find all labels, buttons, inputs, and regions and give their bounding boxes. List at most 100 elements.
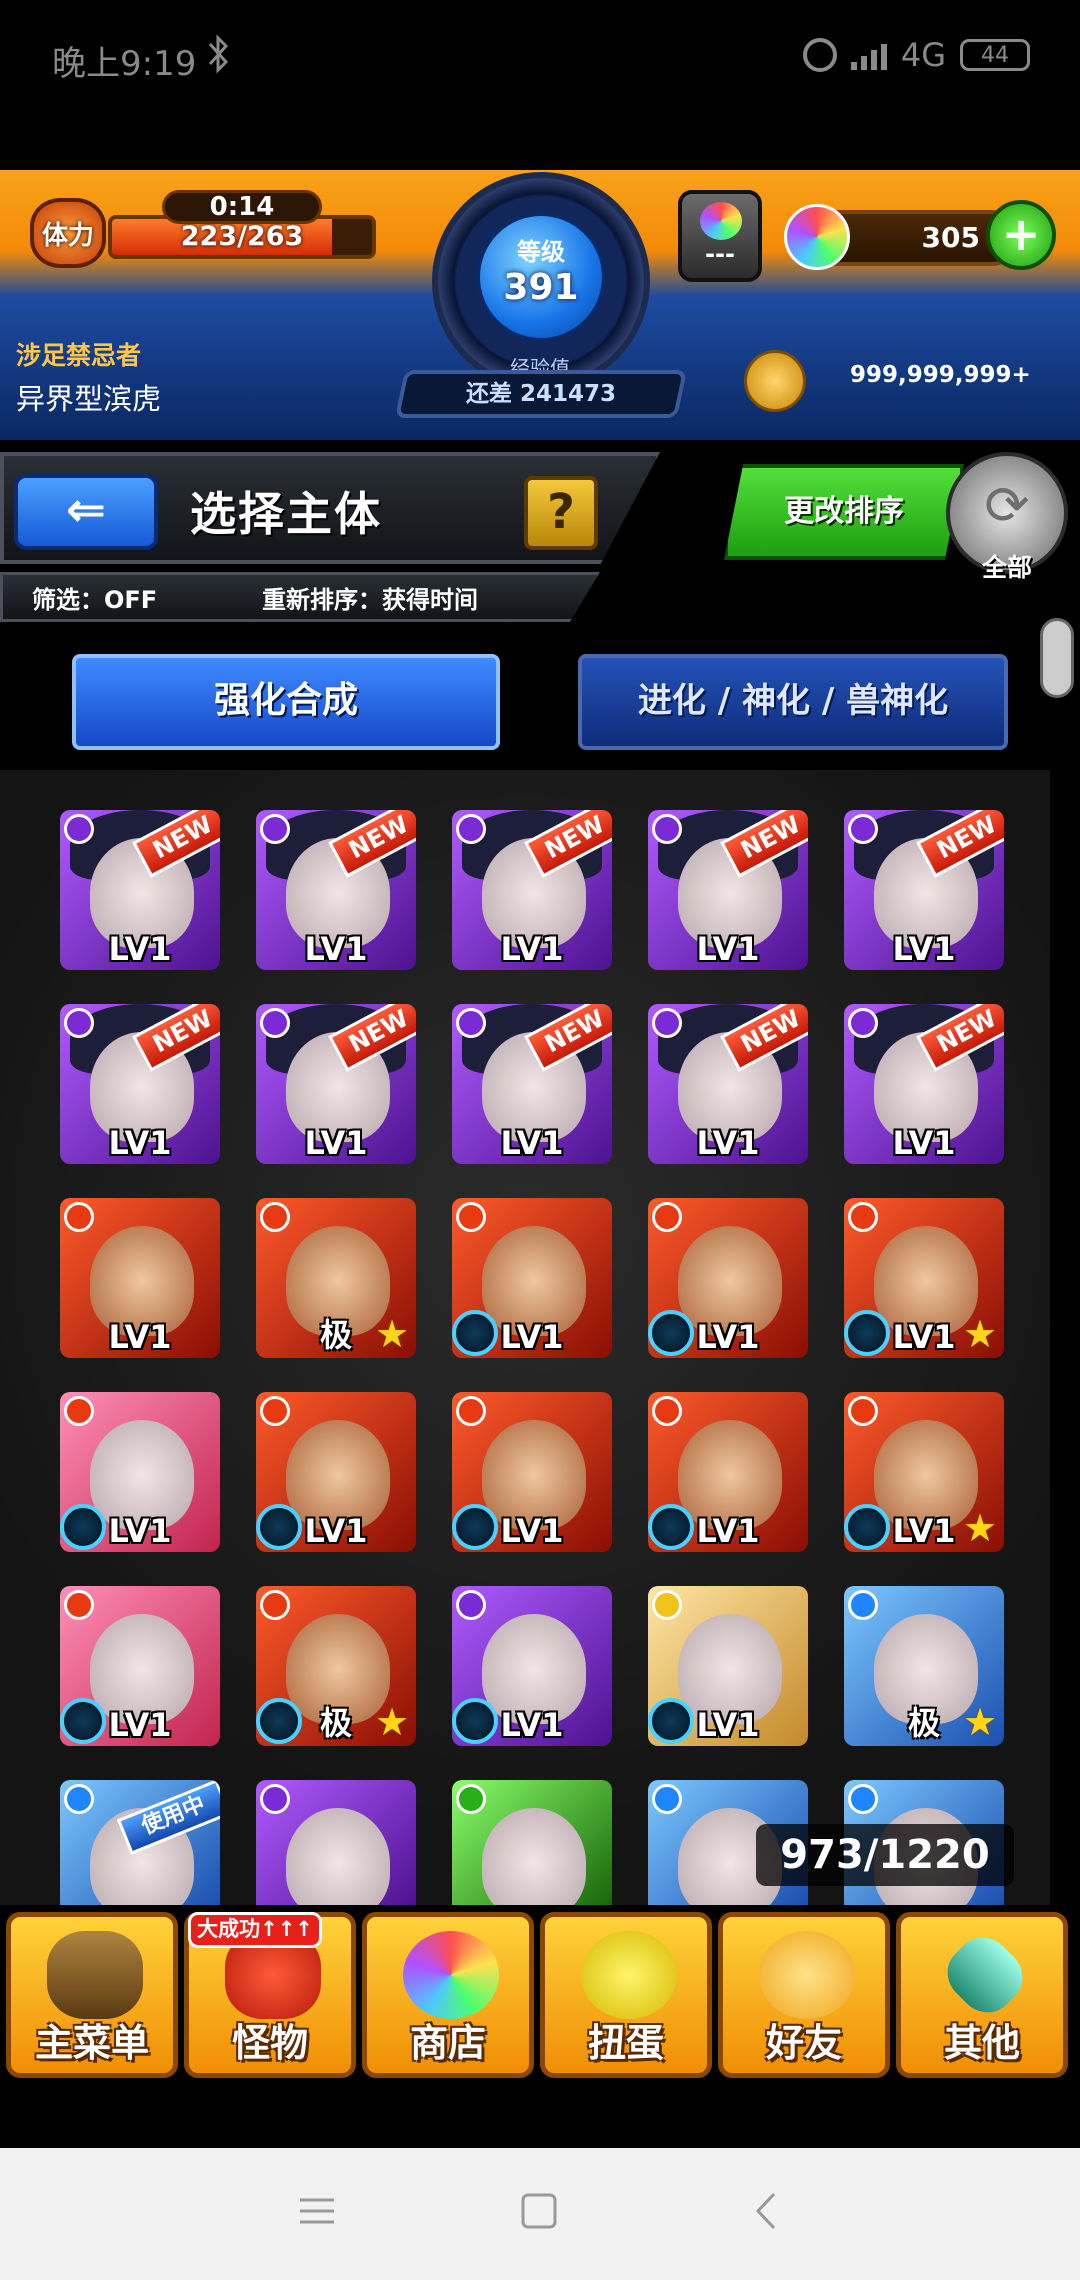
monster-level: LV1 <box>108 1318 172 1356</box>
monster-card[interactable]: LV1 <box>452 1198 612 1358</box>
signal-icon <box>850 40 887 70</box>
monster-level: LV1 <box>500 1512 564 1550</box>
water-attribute-icon <box>848 1784 878 1814</box>
all-filter-label: 全部 <box>981 553 1032 582</box>
box-count: 973/1220 <box>756 1824 1014 1886</box>
menu-label: 其他 <box>943 2021 1020 2065</box>
fire-attribute-icon <box>260 1590 290 1620</box>
monster-level: LV1 <box>500 1318 564 1356</box>
other-button[interactable]: 其他 <box>896 1912 1068 2078</box>
monster-card[interactable] <box>452 1780 612 1906</box>
tab-evolution[interactable]: 进化 / 神化 / 兽神化 <box>578 654 1008 750</box>
fire-attribute-icon <box>64 1590 94 1620</box>
sort-status[interactable]: 重新排序：获得时间 <box>262 580 478 615</box>
monster-card[interactable]: 使用中 <box>60 1780 220 1906</box>
dark-attribute-icon <box>456 1008 486 1038</box>
monster-face <box>286 1808 390 1906</box>
dark-attribute-icon <box>456 1590 486 1620</box>
monster-card[interactable]: LV1 <box>452 1392 612 1552</box>
monster-card[interactable]: NEW LV1 <box>256 810 416 970</box>
dark-attribute-icon <box>64 814 94 844</box>
monster-card[interactable] <box>256 1780 416 1906</box>
monster-card[interactable]: LV1 <box>60 1392 220 1552</box>
tab-power-up-fusion[interactable]: 强化合成 <box>72 654 500 750</box>
fire-attribute-icon <box>652 1396 682 1426</box>
fire-attribute-icon <box>456 1396 486 1426</box>
other-icon <box>936 1926 1034 2024</box>
main-menu-button[interactable]: 主菜单 <box>6 1912 178 2078</box>
monster-level: LV1 <box>108 1124 172 1162</box>
status-bar: 晚上9:19 4G 44 <box>0 0 1080 120</box>
gacha-button[interactable]: 扭蛋 <box>540 1912 712 2078</box>
menu-label: 主菜单 <box>34 2021 149 2065</box>
scrollbar[interactable] <box>1040 618 1074 698</box>
gold-count: 999,999,999+ <box>850 362 1031 388</box>
back-button[interactable]: ⇐ <box>14 474 158 550</box>
monster-card[interactable]: LV1 ★ <box>844 1198 1004 1358</box>
monster-level: LV1 <box>696 1706 760 1744</box>
back-icon[interactable] <box>744 2188 790 2234</box>
monster-card[interactable]: LV1 <box>60 1586 220 1746</box>
monster-card[interactable]: LV1 <box>648 1198 808 1358</box>
star-icon: ★ <box>374 1700 410 1744</box>
dark-attribute-icon <box>260 1008 290 1038</box>
monster-card[interactable]: NEW LV1 <box>844 810 1004 970</box>
menu-label: 扭蛋 <box>587 2021 664 2065</box>
level-number: 391 <box>503 267 579 308</box>
monster-card[interactable]: LV1 <box>60 1198 220 1358</box>
monster-card[interactable]: 极 ★ <box>844 1586 1004 1746</box>
light-attribute-icon <box>652 1590 682 1620</box>
monster-card[interactable]: NEW LV1 <box>60 810 220 970</box>
level-badge[interactable]: 等级 391 <box>476 212 606 342</box>
monster-level: LV1 <box>108 1706 172 1744</box>
monster-card[interactable]: LV1 <box>648 1586 808 1746</box>
change-sort-button[interactable]: 更改排序 <box>724 464 964 560</box>
fire-attribute-icon <box>260 1396 290 1426</box>
dark-attribute-icon <box>456 814 486 844</box>
status-time: 晚上9:19 <box>52 44 197 84</box>
fire-attribute-icon <box>652 1202 682 1232</box>
filter-toggle[interactable]: 筛选：OFF <box>32 580 157 615</box>
menu-label: 商店 <box>409 2021 486 2065</box>
star-icon: ★ <box>374 1312 410 1356</box>
monster-card[interactable]: NEW LV1 <box>452 1004 612 1164</box>
monster-level: LV1 <box>500 1706 564 1744</box>
dark-attribute-icon <box>64 1008 94 1038</box>
battery-level: 44 <box>981 42 1009 68</box>
dark-attribute-icon <box>848 1008 878 1038</box>
monster-card[interactable]: LV1 <box>452 1586 612 1746</box>
friends-button[interactable]: 好友 <box>718 1912 890 2078</box>
promo-badge: 大成功↑↑↑ <box>188 1912 322 1948</box>
stamina-timer: 0:14 <box>162 190 322 224</box>
monster-card[interactable]: 极 ★ <box>256 1198 416 1358</box>
monster-card[interactable]: NEW LV1 <box>648 1004 808 1164</box>
monster-level: LV1 <box>304 1512 368 1550</box>
orb-count: 305 <box>921 221 980 254</box>
network-type: 4G <box>900 36 946 74</box>
fire-attribute-icon <box>64 1396 94 1426</box>
monster-level: LV1 <box>892 1124 956 1162</box>
monster-card[interactable]: LV1 <box>256 1392 416 1552</box>
monster-card[interactable]: NEW LV1 <box>60 1004 220 1164</box>
fire-attribute-icon <box>848 1396 878 1426</box>
friends-icon <box>759 1931 855 2019</box>
stamina-potion-icon[interactable]: --- <box>678 190 762 282</box>
monster-level: LV1 <box>696 1124 760 1162</box>
gold-coin-icon <box>744 350 806 412</box>
shop-button[interactable]: 商店 <box>362 1912 534 2078</box>
monster-card[interactable]: LV1 <box>648 1392 808 1552</box>
buy-orbs-button[interactable]: + <box>986 200 1056 270</box>
monster-card[interactable]: NEW LV1 <box>844 1004 1004 1164</box>
home-icon[interactable] <box>516 2188 562 2234</box>
menu-icon[interactable] <box>294 2188 340 2234</box>
monster-card[interactable]: NEW LV1 <box>452 810 612 970</box>
monster-card[interactable]: NEW LV1 <box>256 1004 416 1164</box>
refresh-icon: ⟳ <box>984 474 1030 537</box>
dark-attribute-icon <box>848 814 878 844</box>
star-icon: ★ <box>962 1312 998 1356</box>
monster-card[interactable]: 极 ★ <box>256 1586 416 1746</box>
help-button[interactable]: ? <box>524 476 598 550</box>
monster-card[interactable]: LV1 ★ <box>844 1392 1004 1552</box>
fire-attribute-icon <box>64 1202 94 1232</box>
monster-card[interactable]: NEW LV1 <box>648 810 808 970</box>
